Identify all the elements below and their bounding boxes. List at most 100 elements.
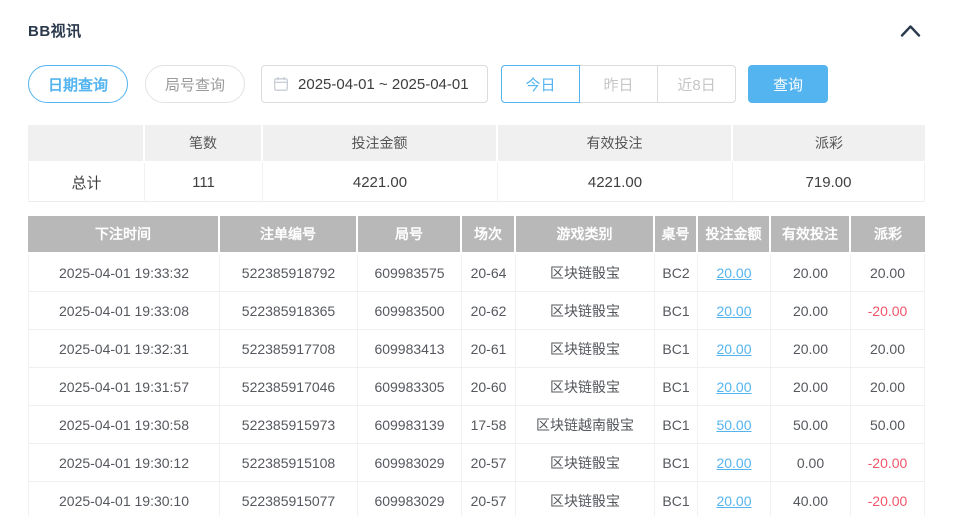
summary-cell: 719.00: [733, 163, 925, 202]
bet-column-header: 投注金额: [698, 216, 771, 254]
bet-cell: BC1: [655, 368, 698, 406]
bet-cell: BC1: [655, 406, 698, 444]
bet-cell: 20-57: [462, 482, 516, 516]
bet-amount-link[interactable]: 20.00: [716, 455, 751, 471]
bet-amount-link[interactable]: 20.00: [716, 493, 751, 509]
summary-column-header: 笔数: [145, 125, 263, 163]
bet-amount-link[interactable]: 20.00: [716, 303, 751, 319]
bet-column-header: 有效投注: [771, 216, 851, 254]
bet-cell: 区块链越南骰宝: [516, 406, 655, 444]
bet-cell: 区块链骰宝: [516, 368, 655, 406]
bet-cell: 2025-04-01 19:30:58: [28, 406, 220, 444]
bet-amount-link[interactable]: 50.00: [716, 417, 751, 433]
tab-date-query[interactable]: 日期查询: [28, 65, 128, 103]
bet-cell: 2025-04-01 19:32:31: [28, 330, 220, 368]
date-range-value: 2025-04-01 ~ 2025-04-01: [298, 76, 469, 93]
bet-cell: 20-60: [462, 368, 516, 406]
bet-cell: 17-58: [462, 406, 516, 444]
bet-cell: 20.00: [698, 482, 771, 516]
bet-cell: 20.00: [698, 292, 771, 330]
bet-cell: -20.00: [851, 292, 925, 330]
bet-cell: 2025-04-01 19:31:57: [28, 368, 220, 406]
bet-cell: 609983139: [358, 406, 462, 444]
bet-cell: BC1: [655, 482, 698, 516]
bet-cell: 609983413: [358, 330, 462, 368]
summary-cell: 111: [145, 163, 263, 202]
bet-column-header: 游戏类别: [516, 216, 655, 254]
bet-cell: BC1: [655, 444, 698, 482]
date-range-picker[interactable]: 2025-04-01 ~ 2025-04-01: [261, 65, 488, 103]
bet-cell: 522385915077: [220, 482, 358, 516]
bet-row: 2025-04-01 19:30:58522385915973609983139…: [28, 406, 925, 444]
panel-header: BB视讯: [0, 0, 961, 41]
bet-cell: 20.00: [851, 254, 925, 292]
query-toolbar: 日期查询 局号查询 2025-04-01 ~ 2025-04-01 今日 昨日 …: [28, 65, 925, 103]
bet-table-header-row: 下注时间注单编号局号场次游戏类别桌号投注金额有效投注派彩: [28, 216, 925, 254]
summary-table: 笔数投注金额有效投注派彩 总计1114221.004221.00719.00: [28, 125, 925, 202]
tab-round-query[interactable]: 局号查询: [145, 65, 245, 103]
bet-cell: 50.00: [851, 406, 925, 444]
quick-range-yesterday[interactable]: 昨日: [579, 65, 658, 103]
bet-cell: 609983575: [358, 254, 462, 292]
quick-range-today[interactable]: 今日: [501, 65, 580, 103]
bet-cell: 0.00: [771, 444, 851, 482]
bet-cell: 50.00: [771, 406, 851, 444]
quick-range-group: 今日 昨日 近8日: [501, 65, 736, 103]
collapse-button[interactable]: [898, 22, 923, 39]
bet-cell: 区块链骰宝: [516, 292, 655, 330]
summary-cell: 4221.00: [263, 163, 498, 202]
bet-cell: 522385915108: [220, 444, 358, 482]
bet-cell: BC1: [655, 330, 698, 368]
bet-cell: 区块链骰宝: [516, 254, 655, 292]
bet-cell: 区块链骰宝: [516, 444, 655, 482]
bet-column-header: 场次: [462, 216, 516, 254]
bet-amount-link[interactable]: 20.00: [716, 341, 751, 357]
bet-amount-link[interactable]: 20.00: [716, 379, 751, 395]
summary-column-header: [28, 125, 145, 163]
bet-cell: 2025-04-01 19:30:10: [28, 482, 220, 516]
bet-cell: 609983029: [358, 444, 462, 482]
bet-cell: 522385917046: [220, 368, 358, 406]
bet-row: 2025-04-01 19:33:08522385918365609983500…: [28, 292, 925, 330]
bet-cell: BC1: [655, 292, 698, 330]
chevron-up-icon: [900, 25, 921, 40]
summary-column-header: 投注金额: [263, 125, 498, 163]
bet-column-header: 下注时间: [28, 216, 220, 254]
bet-cell: 20-57: [462, 444, 516, 482]
bet-cell: 20.00: [851, 330, 925, 368]
bet-cell: 区块链骰宝: [516, 482, 655, 516]
summary-total-row: 总计1114221.004221.00719.00: [28, 163, 925, 202]
bet-cell: 522385917708: [220, 330, 358, 368]
bet-cell: 522385918365: [220, 292, 358, 330]
bet-table-body: 2025-04-01 19:33:32522385918792609983575…: [28, 254, 925, 516]
bet-cell: 609983500: [358, 292, 462, 330]
bet-cell: 609983305: [358, 368, 462, 406]
bet-cell: -20.00: [851, 444, 925, 482]
bet-row: 2025-04-01 19:31:57522385917046609983305…: [28, 368, 925, 406]
summary-body: 总计1114221.004221.00719.00: [28, 163, 925, 202]
summary-header-row: 笔数投注金额有效投注派彩: [28, 125, 925, 163]
search-button[interactable]: 查询: [748, 65, 828, 103]
bet-cell: 20.00: [698, 368, 771, 406]
bet-cell: -20.00: [851, 482, 925, 516]
quick-range-last8days[interactable]: 近8日: [657, 65, 736, 103]
summary-cell: 总计: [28, 163, 145, 202]
bet-column-header: 注单编号: [220, 216, 358, 254]
bet-cell: 20.00: [771, 368, 851, 406]
bet-column-header: 派彩: [851, 216, 925, 254]
bet-cell: 40.00: [771, 482, 851, 516]
bet-cell: 20.00: [771, 292, 851, 330]
calendar-icon: [273, 76, 289, 92]
panel-title: BB视讯: [28, 20, 82, 41]
summary-column-header: 有效投注: [498, 125, 733, 163]
bet-cell: 20-61: [462, 330, 516, 368]
bet-amount-link[interactable]: 20.00: [716, 265, 751, 281]
bet-column-header: 桌号: [655, 216, 698, 254]
bet-row: 2025-04-01 19:30:10522385915077609983029…: [28, 482, 925, 516]
bet-cell: 20-62: [462, 292, 516, 330]
bet-row: 2025-04-01 19:33:32522385918792609983575…: [28, 254, 925, 292]
bet-cell: 50.00: [698, 406, 771, 444]
bet-cell: 522385918792: [220, 254, 358, 292]
bet-cell: BC2: [655, 254, 698, 292]
bet-cell: 2025-04-01 19:33:32: [28, 254, 220, 292]
